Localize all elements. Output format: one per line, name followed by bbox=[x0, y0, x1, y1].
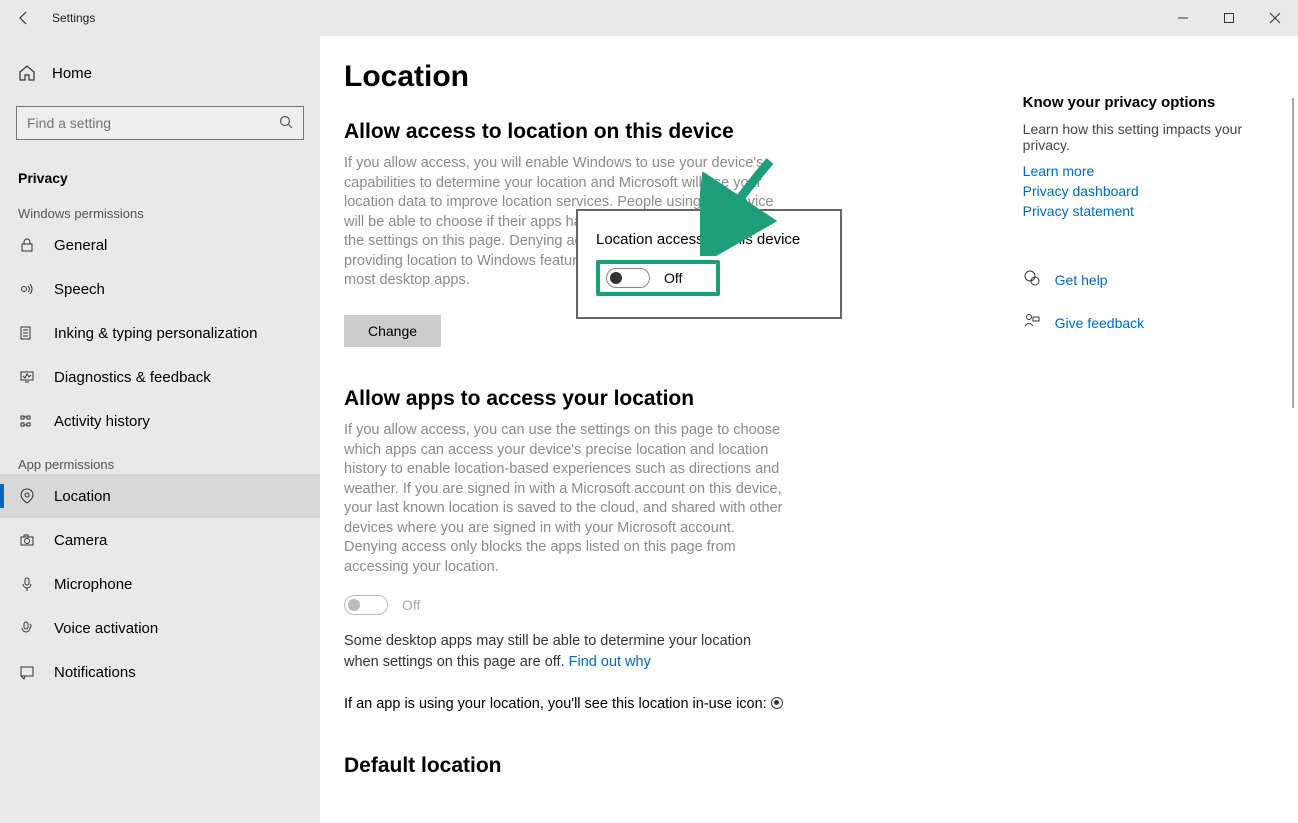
window-title: Settings bbox=[52, 11, 95, 25]
scroll-indicator bbox=[1292, 98, 1294, 408]
link-privacy-dashboard[interactable]: Privacy dashboard bbox=[1023, 183, 1274, 199]
feedback-icon bbox=[1023, 312, 1041, 333]
sidebar-section-privacy: Privacy bbox=[0, 152, 320, 192]
apps-location-toggle[interactable] bbox=[344, 595, 388, 615]
section-default-location: Default location bbox=[344, 754, 963, 778]
search-input[interactable] bbox=[27, 115, 279, 131]
give-feedback-row[interactable]: Give feedback bbox=[1023, 312, 1274, 333]
nav-label: Microphone bbox=[54, 576, 132, 593]
activity-icon bbox=[18, 412, 36, 430]
sidebar-item-microphone[interactable]: Microphone bbox=[0, 562, 320, 606]
nav-label: Speech bbox=[54, 281, 105, 298]
inking-icon bbox=[18, 324, 36, 342]
change-button[interactable]: Change bbox=[344, 315, 441, 347]
lock-icon bbox=[18, 236, 36, 254]
section-allow-access-device: Allow access to location on this device bbox=[344, 120, 963, 144]
location-access-toggle[interactable] bbox=[606, 268, 650, 288]
sidebar-item-camera[interactable]: Camera bbox=[0, 518, 320, 562]
aside-desc: Learn how this setting impacts your priv… bbox=[1023, 121, 1274, 153]
nav-label: Camera bbox=[54, 532, 107, 549]
maximize-button[interactable] bbox=[1206, 0, 1252, 36]
apps-location-toggle-row: Off bbox=[344, 595, 963, 615]
home-nav[interactable]: Home bbox=[0, 54, 320, 92]
location-access-toggle-label: Off bbox=[664, 270, 682, 286]
home-icon bbox=[18, 64, 36, 82]
help-icon bbox=[1023, 269, 1041, 290]
nav-label: Activity history bbox=[54, 413, 150, 430]
aside-panel: Know your privacy options Learn how this… bbox=[1023, 60, 1274, 788]
sidebar-item-activity[interactable]: Activity history bbox=[0, 399, 320, 443]
voice-activation-icon bbox=[18, 619, 36, 637]
camera-icon bbox=[18, 531, 36, 549]
nav-label: Inking & typing personalization bbox=[54, 325, 257, 342]
page-title: Location bbox=[344, 60, 963, 94]
sidebar-item-diagnostics[interactable]: Diagnostics & feedback bbox=[0, 355, 320, 399]
nav-label: Diagnostics & feedback bbox=[54, 369, 211, 386]
search-icon bbox=[279, 115, 293, 132]
nav-label: Notifications bbox=[54, 664, 136, 681]
popup-toggle-highlight: Off bbox=[596, 260, 720, 296]
section-allow-apps: Allow apps to access your location bbox=[344, 387, 963, 411]
apps-location-toggle-label: Off bbox=[402, 597, 420, 613]
get-help-row[interactable]: Get help bbox=[1023, 269, 1274, 290]
aside-heading: Know your privacy options bbox=[1023, 94, 1274, 111]
location-in-use-icon bbox=[771, 697, 783, 709]
nav-label: General bbox=[54, 237, 107, 254]
sidebar-item-speech[interactable]: Speech bbox=[0, 267, 320, 311]
sidebar-item-location[interactable]: Location bbox=[0, 474, 320, 518]
get-help-link[interactable]: Get help bbox=[1055, 272, 1108, 288]
notifications-icon bbox=[18, 663, 36, 681]
minimize-button[interactable] bbox=[1160, 0, 1206, 36]
back-button[interactable] bbox=[0, 0, 48, 36]
main-content: Location Allow access to location on thi… bbox=[320, 36, 1298, 823]
speech-icon bbox=[18, 280, 36, 298]
group-windows-permissions: Windows permissions bbox=[0, 192, 320, 223]
give-feedback-link[interactable]: Give feedback bbox=[1055, 315, 1145, 331]
diagnostics-icon bbox=[18, 368, 36, 386]
group-app-permissions: App permissions bbox=[0, 443, 320, 474]
popup-title: Location access for this device bbox=[596, 231, 824, 248]
home-label: Home bbox=[52, 65, 92, 82]
sidebar-item-general[interactable]: General bbox=[0, 223, 320, 267]
location-access-popup: Location access for this device Off bbox=[576, 209, 842, 319]
microphone-icon bbox=[18, 575, 36, 593]
sidebar: Home Privacy Windows permissions General… bbox=[0, 36, 320, 823]
nav-label: Location bbox=[54, 488, 111, 505]
close-button[interactable] bbox=[1252, 0, 1298, 36]
link-learn-more[interactable]: Learn more bbox=[1023, 163, 1274, 179]
sidebar-item-notifications[interactable]: Notifications bbox=[0, 650, 320, 694]
nav-label: Voice activation bbox=[54, 620, 158, 637]
location-icon bbox=[18, 487, 36, 505]
desktop-apps-note: Some desktop apps may still be able to d… bbox=[344, 631, 784, 672]
search-box[interactable] bbox=[16, 106, 304, 140]
sidebar-item-voice-activation[interactable]: Voice activation bbox=[0, 606, 320, 650]
sidebar-item-inking[interactable]: Inking & typing personalization bbox=[0, 311, 320, 355]
link-privacy-statement[interactable]: Privacy statement bbox=[1023, 203, 1274, 219]
section2-description: If you allow access, you can use the set… bbox=[344, 421, 784, 578]
find-out-why-link[interactable]: Find out why bbox=[569, 654, 651, 670]
in-use-text: If an app is using your location, you'll… bbox=[344, 696, 963, 712]
